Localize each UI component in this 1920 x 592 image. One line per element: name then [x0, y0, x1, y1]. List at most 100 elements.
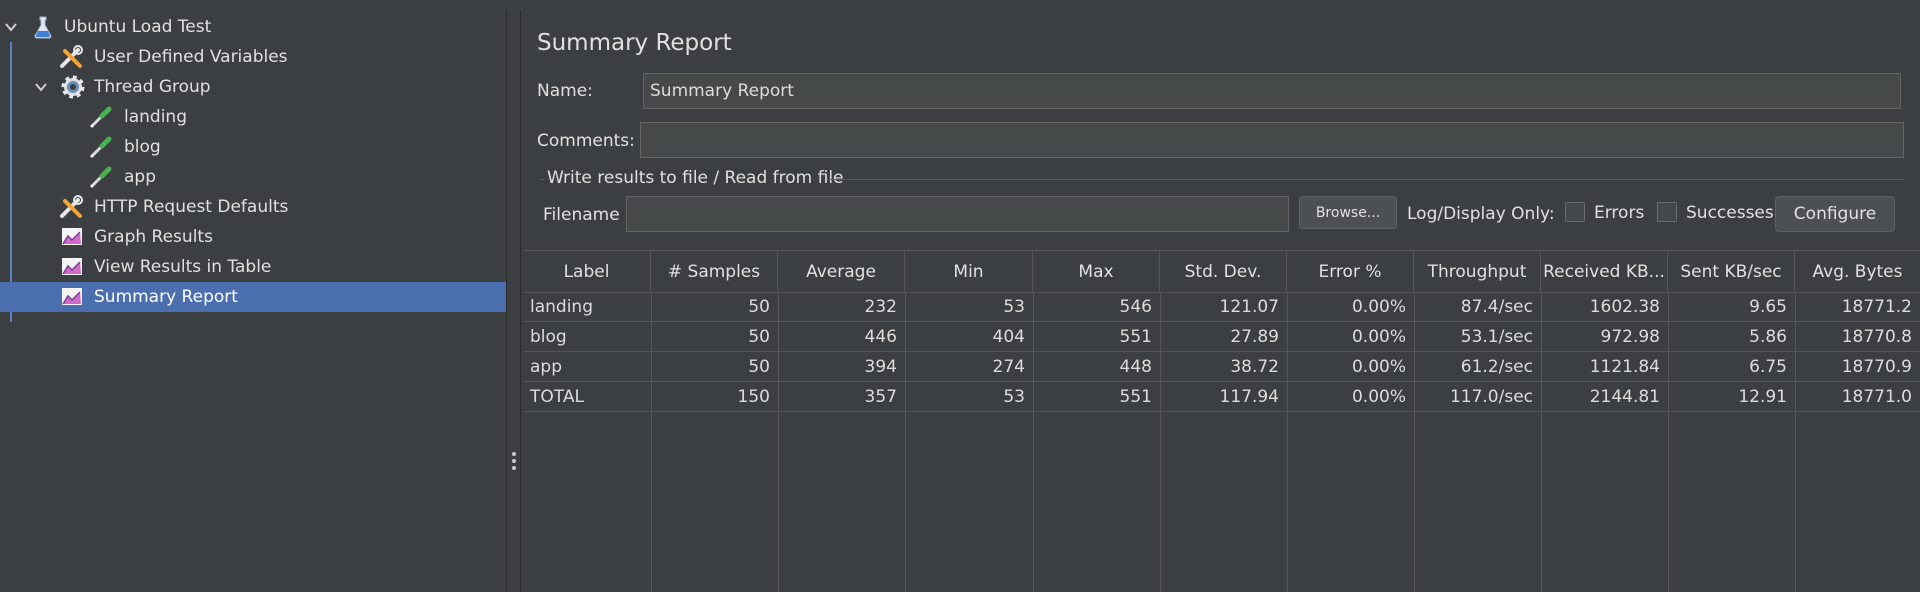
column-header-sent-kb[interactable]: Sent KB/sec — [1668, 251, 1795, 292]
tree-item-view-results-in-table[interactable]: View Results in Table — [0, 252, 506, 282]
table-cell: 0.00% — [1351, 326, 1406, 347]
file-group-divider — [539, 179, 544, 180]
table-cell: 1602.38 — [1589, 296, 1660, 317]
name-field[interactable]: Summary Report — [643, 73, 1901, 109]
table-cell: blog — [530, 326, 567, 347]
flask-icon — [30, 14, 56, 40]
errors-checkbox[interactable] — [1565, 202, 1585, 222]
tree-item-summary-report[interactable]: Summary Report — [0, 282, 506, 312]
log-display-label: Log/Display Only: — [1407, 204, 1555, 224]
tree-item-label: HTTP Request Defaults — [94, 197, 289, 217]
table-cell: 38.72 — [1230, 356, 1279, 377]
table-cell: 446 — [864, 326, 897, 347]
pipette-icon — [88, 134, 114, 160]
column-header-error-percent[interactable]: Error % — [1287, 251, 1414, 292]
tree-item-label: landing — [124, 107, 187, 127]
configure-button[interactable]: Configure — [1775, 196, 1895, 232]
table-cell: 404 — [992, 326, 1025, 347]
table-row[interactable]: blog 50 446 404 551 27.89 0.00% 53.1/sec… — [523, 322, 1920, 352]
column-header-std-dev[interactable]: Std. Dev. — [1160, 251, 1287, 292]
column-header-samples[interactable]: # Samples — [651, 251, 778, 292]
table-cell: 121.07 — [1219, 296, 1279, 317]
wrench-screwdriver-icon — [58, 194, 84, 220]
tree-item-app[interactable]: app — [0, 162, 506, 192]
comments-label: Comments: — [537, 131, 635, 151]
chart-icon — [60, 224, 86, 250]
table-cell: 150 — [737, 386, 770, 407]
tree-item-label: Ubuntu Load Test — [64, 17, 212, 37]
table-cell: 357 — [864, 386, 897, 407]
tree-item-graph-results[interactable]: Graph Results — [0, 222, 506, 252]
filename-field[interactable] — [626, 196, 1289, 232]
errors-label: Errors — [1594, 203, 1645, 223]
chart-icon — [60, 254, 86, 280]
pipette-icon — [88, 164, 114, 190]
table-cell: 2144.81 — [1589, 386, 1660, 407]
tree-item-thread-group[interactable]: Thread Group — [0, 72, 506, 102]
tree-item-label: Summary Report — [94, 287, 238, 307]
column-header-avg-bytes[interactable]: Avg. Bytes — [1795, 251, 1920, 292]
table-cell: 18770.9 — [1841, 356, 1912, 377]
table-header: Label # Samples Average Min Max Std. Dev… — [523, 251, 1920, 293]
column-header-received-kb[interactable]: Received KB... — [1541, 251, 1668, 292]
tree-item-user-defined-variables[interactable]: User Defined Variables — [0, 42, 506, 72]
table-row-total[interactable]: TOTAL 150 357 53 551 117.94 0.00% 117.0/… — [523, 382, 1920, 412]
table-cell: 551 — [1119, 326, 1152, 347]
tree-item-label: Graph Results — [94, 227, 213, 247]
test-plan-tree: Ubuntu Load Test User Defined Variables … — [0, 10, 507, 591]
table-cell: 448 — [1119, 356, 1152, 377]
table-cell: 546 — [1119, 296, 1152, 317]
page-title: Summary Report — [537, 30, 732, 56]
table-cell: 53 — [1003, 296, 1025, 317]
table-cell: 1121.84 — [1589, 356, 1660, 377]
successes-checkbox[interactable] — [1657, 202, 1677, 222]
table-cell: 87.4/sec — [1460, 296, 1533, 317]
panel-splitter[interactable] — [507, 10, 521, 591]
chart-icon — [60, 284, 86, 310]
table-cell: landing — [530, 296, 593, 317]
table-cell: 0.00% — [1351, 356, 1406, 377]
table-cell: 12.91 — [1738, 386, 1787, 407]
wrench-screwdriver-icon — [58, 44, 84, 70]
file-group-divider — [827, 179, 1904, 180]
column-header-max[interactable]: Max — [1033, 251, 1160, 292]
summary-report-panel: Summary Report Name: Summary Report Comm… — [521, 10, 1920, 592]
table-cell: 18771.2 — [1841, 296, 1912, 317]
tree-item-label: blog — [124, 137, 161, 157]
table-cell: TOTAL — [530, 386, 584, 407]
table-cell: 18771.0 — [1841, 386, 1912, 407]
column-header-label[interactable]: Label — [523, 251, 651, 292]
browse-button[interactable]: Browse... — [1299, 196, 1397, 229]
gear-icon — [60, 74, 86, 100]
table-cell: 50 — [748, 326, 770, 347]
column-header-throughput[interactable]: Throughput — [1414, 251, 1541, 292]
splitter-grip-dot — [512, 459, 516, 463]
table-cell: 9.65 — [1749, 296, 1787, 317]
tree-item-landing[interactable]: landing — [0, 102, 506, 132]
table-cell: 0.00% — [1351, 296, 1406, 317]
table-row[interactable]: landing 50 232 53 546 121.07 0.00% 87.4/… — [523, 292, 1920, 322]
comments-field[interactable] — [640, 122, 1904, 158]
table-cell: 274 — [992, 356, 1025, 377]
table-cell: 551 — [1119, 386, 1152, 407]
tree-item-blog[interactable]: blog — [0, 132, 506, 162]
column-header-average[interactable]: Average — [778, 251, 905, 292]
chevron-down-icon[interactable] — [3, 19, 19, 35]
pipette-icon — [88, 104, 114, 130]
table-cell: 53.1/sec — [1460, 326, 1533, 347]
table-cell: 394 — [864, 356, 897, 377]
name-label: Name: — [537, 81, 593, 101]
chevron-down-icon[interactable] — [33, 79, 49, 95]
table-cell: 50 — [748, 296, 770, 317]
tree-item-ubuntu-load-test[interactable]: Ubuntu Load Test — [0, 12, 506, 42]
table-cell: app — [530, 356, 562, 377]
column-header-min[interactable]: Min — [905, 251, 1033, 292]
table-cell: 18770.8 — [1841, 326, 1912, 347]
splitter-grip-dot — [512, 466, 516, 470]
table-cell: 232 — [864, 296, 897, 317]
table-row[interactable]: app 50 394 274 448 38.72 0.00% 61.2/sec … — [523, 352, 1920, 382]
table-cell: 6.75 — [1749, 356, 1787, 377]
table-cell: 53 — [1003, 386, 1025, 407]
tree-item-http-request-defaults[interactable]: HTTP Request Defaults — [0, 192, 506, 222]
filename-label: Filename — [543, 205, 620, 225]
